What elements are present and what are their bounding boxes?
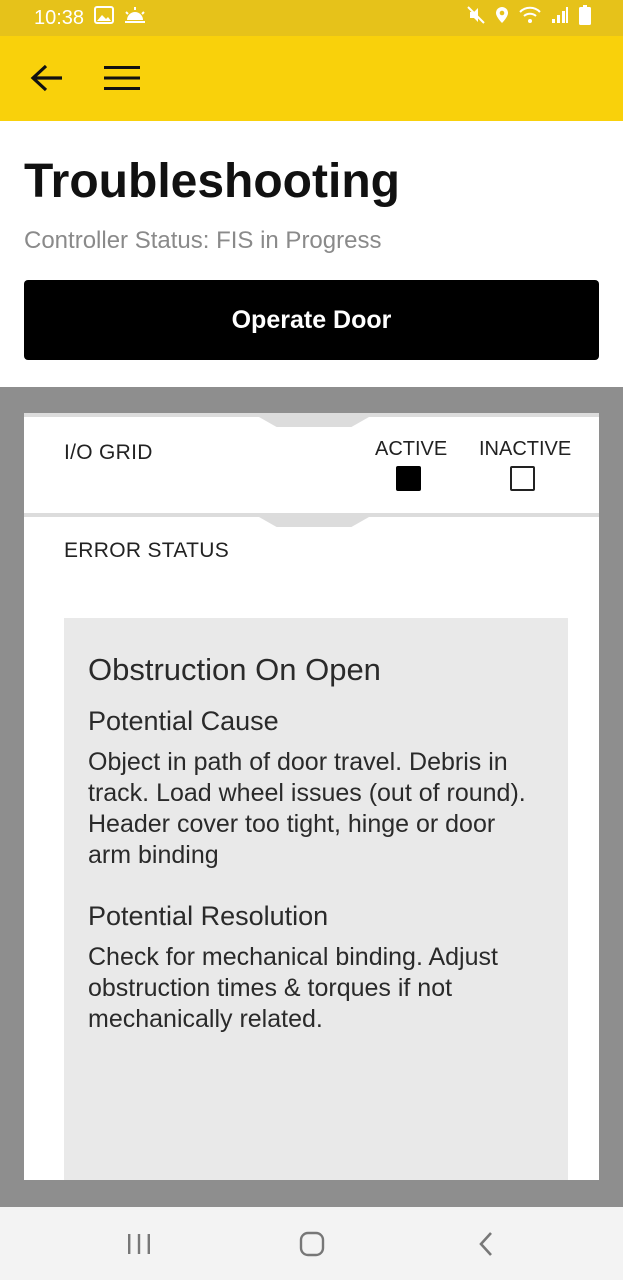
cause-text: Object in path of door travel. Debris in… [88, 748, 526, 869]
system-back-button[interactable] [466, 1225, 506, 1263]
recent-apps-button[interactable] [119, 1225, 159, 1263]
middle-divider [24, 513, 599, 517]
top-notch [259, 417, 369, 427]
back-button[interactable] [22, 53, 72, 103]
home-button[interactable] [292, 1225, 332, 1263]
signal-icon [551, 6, 569, 30]
recent-apps-icon [128, 1234, 150, 1254]
middle-notch [259, 517, 369, 527]
legend-active-label: ACTIVE [375, 438, 448, 460]
resolution-text: Check for mechanical binding. Adjust obs… [88, 943, 498, 1033]
troubleshooting-card: I/O GRID ACTIVE INACTIVE ERROR STATUS Ob… [24, 413, 599, 1180]
system-nav-bar [0, 1207, 623, 1280]
error-status-label[interactable]: ERROR STATUS [64, 539, 229, 563]
app-bar [0, 36, 623, 121]
location-icon [495, 6, 509, 30]
operate-door-button[interactable]: Operate Door [24, 280, 599, 360]
error-title: Obstruction On Open [88, 652, 381, 687]
resolution-heading: Potential Resolution [88, 901, 329, 931]
active-swatch [396, 466, 421, 491]
status-bar: 10:38 [0, 0, 623, 36]
top-divider [24, 413, 599, 417]
status-left: 10:38 [34, 6, 146, 30]
chevron-left-icon [479, 1232, 492, 1256]
inactive-swatch [510, 466, 535, 491]
legend-inactive-label: INACTIVE [479, 438, 572, 460]
gallery-icon [94, 6, 115, 30]
cause-heading: Potential Cause [88, 706, 279, 736]
home-icon [299, 1231, 325, 1257]
menu-button[interactable] [97, 53, 147, 103]
controller-status: Controller Status: FIS in Progress [24, 227, 382, 254]
arrow-left-icon [30, 64, 62, 92]
io-grid-label[interactable]: I/O GRID [64, 441, 153, 465]
battery-icon [579, 5, 591, 31]
mute-icon [467, 6, 485, 30]
error-detail-panel: Obstruction On Open Potential Cause Obje… [64, 618, 568, 1180]
page-title: Troubleshooting [24, 155, 400, 208]
wifi-icon [519, 6, 541, 30]
status-time: 10:38 [34, 6, 85, 29]
weather-icon [124, 6, 146, 30]
status-right [467, 5, 591, 31]
hamburger-menu-icon [104, 66, 140, 90]
